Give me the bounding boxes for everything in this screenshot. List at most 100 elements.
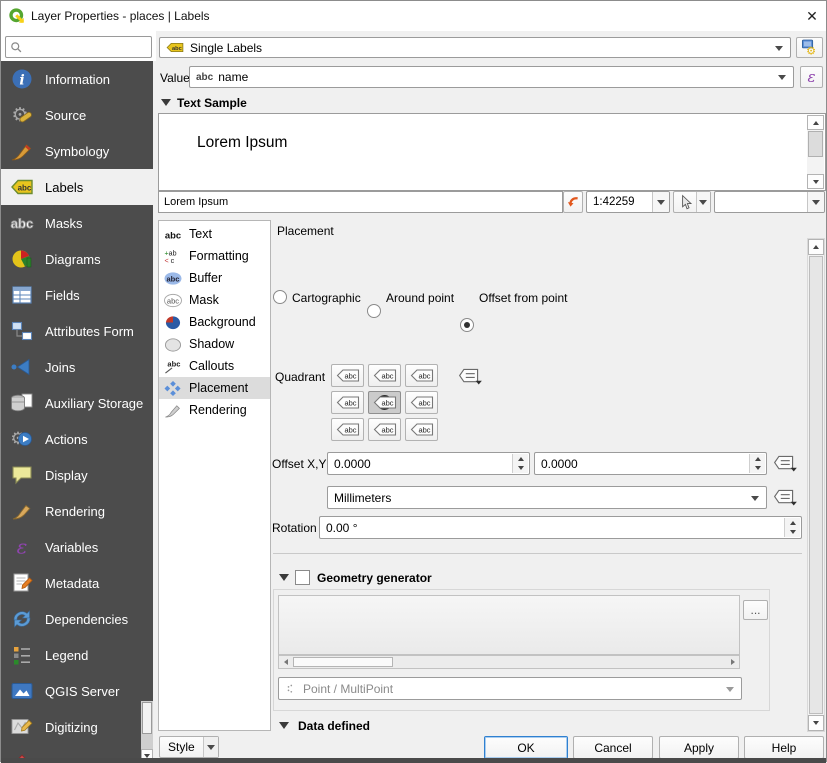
tab-formatting[interactable]: Formatting — [159, 245, 270, 267]
sidebar-item-labels[interactable]: Labels — [1, 169, 153, 205]
preview-background-select[interactable] — [714, 191, 825, 213]
geometry-generator-collapse-icon[interactable] — [279, 574, 289, 581]
bg-arrow-box[interactable] — [807, 192, 824, 212]
quadrant-below-button[interactable] — [368, 418, 401, 441]
geometry-expression-editor[interactable] — [278, 595, 740, 655]
sidebar-item-attributes-form[interactable]: Attributes Form — [1, 313, 153, 349]
cartographic-radio-label[interactable]: Cartographic — [292, 291, 361, 305]
reset-sample-button[interactable] — [563, 191, 583, 213]
sidebar-item-actions[interactable]: Actions — [1, 421, 153, 457]
quadrant-over-point-button[interactable] — [368, 391, 401, 414]
scroll-down-icon[interactable] — [807, 174, 824, 189]
expression-hscrollbar[interactable] — [278, 655, 740, 669]
geometry-generator-checkbox[interactable] — [295, 570, 310, 585]
quadrant-above-left-button[interactable] — [331, 364, 364, 387]
sidebar-item-digitizing[interactable]: Digitizing — [1, 709, 153, 745]
offset-data-defined-override-button[interactable] — [772, 452, 799, 474]
sidebar-item-source[interactable]: Source — [1, 97, 153, 133]
scroll-left-icon[interactable] — [279, 656, 292, 668]
sidebar-item-display[interactable]: Display — [1, 457, 153, 493]
scroll-up-icon[interactable] — [807, 115, 824, 130]
sidebar-item-dependencies[interactable]: Dependencies — [1, 601, 153, 637]
tab-shadow[interactable]: Shadow — [159, 333, 270, 355]
apply-button[interactable]: Apply — [659, 736, 739, 759]
quadrant-left-button[interactable] — [331, 391, 364, 414]
spin-down-icon[interactable] — [785, 528, 800, 538]
style-menu-button[interactable]: Style — [159, 736, 219, 758]
style-arrow-box[interactable] — [203, 737, 218, 757]
sidebar-item-fields[interactable]: Fields — [1, 277, 153, 313]
tab-callouts[interactable]: Callouts — [159, 355, 270, 377]
sidebar-item-metadata[interactable]: Metadata — [1, 565, 153, 601]
sidebar-scrollbar-thumb[interactable] — [142, 702, 152, 734]
offset-x-spin-buttons[interactable] — [512, 454, 528, 473]
tab-mask[interactable]: Mask — [159, 289, 270, 311]
data-defined-collapse-icon[interactable] — [279, 722, 289, 729]
sidebar-item-auxiliary-storage[interactable]: Auxiliary Storage — [1, 385, 153, 421]
tab-placement[interactable]: Placement — [159, 377, 270, 399]
offset-y-spinbox[interactable]: 0.0000 — [534, 452, 767, 475]
geometry-type-select[interactable]: Point / MultiPoint — [278, 677, 742, 700]
label-mode-select[interactable]: Single Labels — [159, 37, 791, 58]
sidebar-item-masks[interactable]: Masks — [1, 205, 153, 241]
tab-buffer[interactable]: Buffer — [159, 267, 270, 289]
spin-down-icon[interactable] — [513, 464, 528, 474]
scroll-right-icon[interactable] — [726, 656, 739, 668]
sidebar-item-diagrams[interactable]: Diagrams — [1, 241, 153, 277]
scroll-down-icon[interactable] — [808, 715, 824, 731]
quadrant-below-right-button[interactable] — [405, 418, 438, 441]
offset-x-spinbox[interactable]: 0.0000 — [327, 452, 530, 475]
units-data-defined-override-button[interactable] — [772, 486, 799, 508]
search-input[interactable] — [5, 36, 152, 58]
sidebar-item-rendering[interactable]: Rendering — [1, 493, 153, 529]
offset-from-point-radio-label[interactable]: Offset from point — [479, 291, 567, 305]
offset-y-spin-buttons[interactable] — [749, 454, 765, 473]
expression-browse-button[interactable]: ... — [743, 600, 768, 620]
spin-up-icon[interactable] — [785, 518, 800, 528]
quadrant-data-defined-override-button[interactable] — [457, 365, 484, 387]
capture-arrow-box[interactable] — [696, 192, 710, 212]
cartographic-radio[interactable] — [273, 290, 287, 304]
rotation-spin-buttons[interactable] — [784, 518, 800, 537]
sample-text-input[interactable] — [158, 191, 563, 213]
sidebar-item-variables[interactable]: Variables — [1, 529, 153, 565]
help-button[interactable]: Help — [744, 736, 824, 759]
quadrant-above-button[interactable] — [368, 364, 401, 387]
close-icon[interactable]: ✕ — [800, 5, 824, 27]
offset-from-point-radio[interactable] — [460, 318, 474, 332]
sidebar-item-symbology[interactable]: Symbology — [1, 133, 153, 169]
spin-up-icon[interactable] — [750, 454, 765, 464]
hscrollbar-thumb[interactable] — [293, 657, 393, 667]
rotation-spinbox[interactable]: 0.00 ° — [319, 516, 802, 539]
sidebar-item-information[interactable]: Information — [1, 61, 153, 97]
ok-button[interactable]: OK — [484, 736, 568, 759]
scroll-up-icon[interactable] — [808, 239, 824, 255]
spin-down-icon[interactable] — [750, 464, 765, 474]
quadrant-right-button[interactable] — [405, 391, 438, 414]
around-point-radio[interactable] — [367, 304, 381, 318]
spin-up-icon[interactable] — [513, 454, 528, 464]
text-sample-collapse-icon[interactable] — [161, 99, 171, 106]
offset-units-select[interactable]: Millimeters — [327, 486, 767, 509]
sidebar-item-joins[interactable]: Joins — [1, 349, 153, 385]
scrollbar-thumb[interactable] — [809, 256, 823, 714]
text-sample-scrollbar[interactable] — [807, 115, 824, 189]
scale-arrow-box[interactable] — [652, 192, 669, 212]
sidebar-scrollbar[interactable] — [141, 701, 153, 763]
tab-rendering[interactable]: Rendering — [159, 399, 270, 421]
expression-builder-button[interactable]: ε — [800, 66, 823, 88]
sidebar-item-legend[interactable]: Legend — [1, 637, 153, 673]
placement-scrollbar[interactable] — [807, 238, 825, 732]
quadrant-below-left-button[interactable] — [331, 418, 364, 441]
sidebar-item-qgis-server[interactable]: QGIS Server — [1, 673, 153, 709]
map-scale-capture-button[interactable] — [673, 191, 711, 213]
value-field-select[interactable]: abc name — [189, 66, 794, 88]
tab-background[interactable]: Background — [159, 311, 270, 333]
automated-placement-settings-button[interactable] — [796, 37, 823, 58]
tab-text[interactable]: Text — [159, 223, 270, 245]
cancel-button[interactable]: Cancel — [573, 736, 653, 759]
preview-scale-select[interactable]: 1:42259 — [586, 191, 670, 213]
quadrant-above-right-button[interactable] — [405, 364, 438, 387]
around-point-radio-label[interactable]: Around point — [386, 291, 454, 305]
scrollbar-thumb[interactable] — [808, 131, 823, 157]
